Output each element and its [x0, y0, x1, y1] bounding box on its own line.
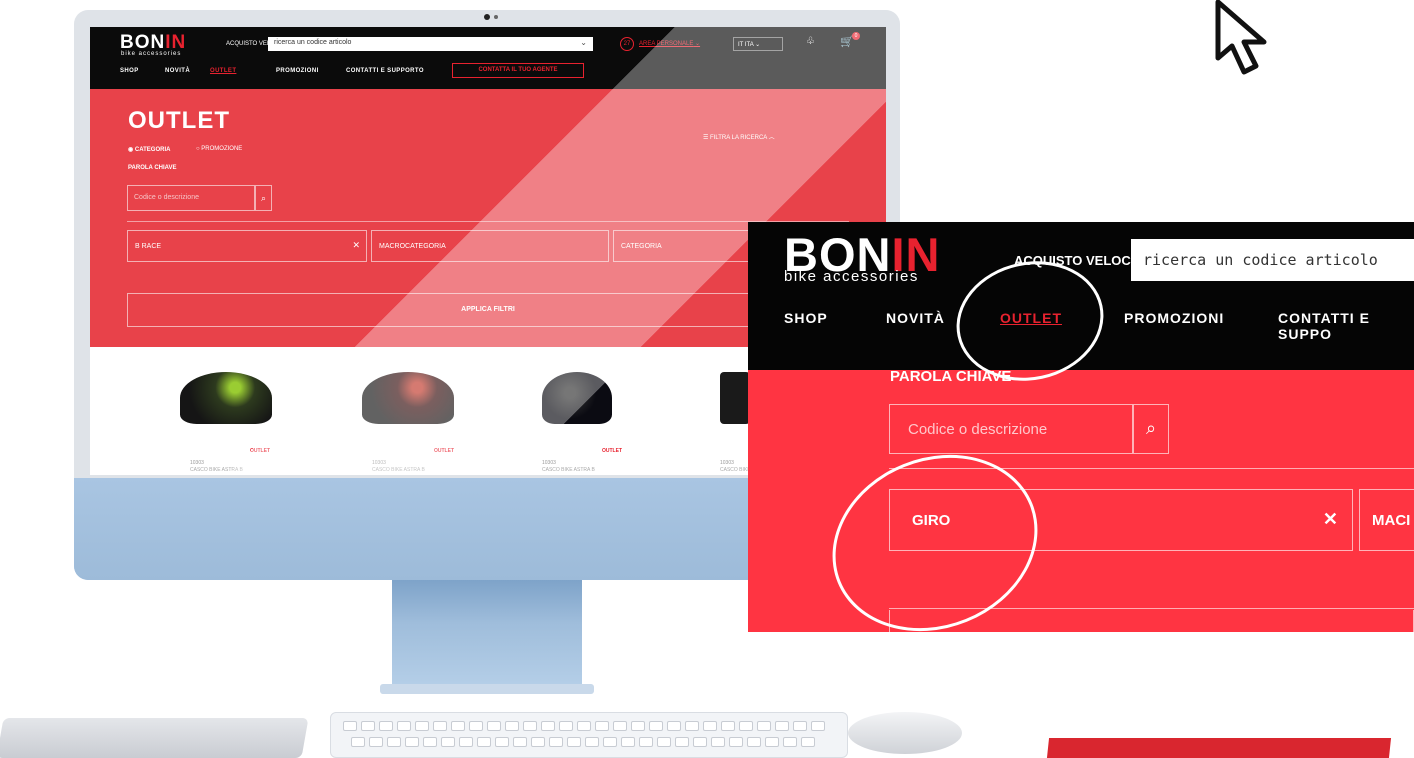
product-sku: 10303 — [542, 460, 556, 466]
quick-buy-search-input[interactable]: ricerca un codice articolo — [1131, 239, 1414, 281]
nav-outlet[interactable]: OUTLET — [210, 68, 236, 74]
area-personale-link[interactable]: AREA PERSONALE ⌄ — [639, 40, 700, 47]
divider — [127, 221, 849, 222]
brand-logo-sub: bike accessories — [121, 51, 182, 57]
camera-sensor — [494, 15, 498, 19]
product-image[interactable] — [720, 372, 750, 424]
keyboard — [330, 712, 848, 758]
nav-novita[interactable]: NOVITÀ — [165, 68, 190, 74]
product-sku: 10303 — [720, 460, 734, 466]
cart-count-badge: 0 — [852, 32, 860, 40]
quick-buy-search-input[interactable]: ricerca un codice articolo ⌄ — [268, 37, 593, 51]
trackpad — [0, 718, 309, 758]
chevron-down-icon[interactable]: ⌄ — [580, 38, 587, 47]
imac-stand-foot — [380, 684, 594, 694]
contact-agent-button[interactable]: CONTATTA IL TUO AGENTE — [452, 63, 584, 78]
outlet-tag: OUTLET — [250, 448, 270, 454]
page-title: OUTLET — [128, 107, 230, 134]
macrocategory-select[interactable]: MACROCATEGORIA — [371, 230, 609, 262]
keyword-input[interactable]: Codice o descrizione — [127, 185, 255, 211]
chevron-down-icon: ⌄ — [755, 42, 761, 48]
imac-stand — [392, 580, 582, 688]
product-name: CASCO BIKE ASTRA B — [372, 467, 425, 473]
nav-shop[interactable]: SHOP — [120, 68, 139, 74]
search-icon[interactable]: ⌕ — [1133, 404, 1169, 454]
radio-categoria[interactable]: ◉ CATEGORIA — [128, 146, 170, 153]
brand-select[interactable]: B RACE ✕ — [127, 230, 367, 262]
keyword-label: PAROLA CHIAVE — [128, 165, 177, 171]
product-image[interactable] — [542, 372, 612, 424]
camera-icon — [484, 14, 490, 20]
outlet-tag: OUTLET — [602, 448, 622, 454]
product-name: CASCO BIKE ASTRA B — [542, 467, 595, 473]
nav-contatti[interactable]: CONTATTI E SUPPO — [1278, 310, 1414, 342]
product-image[interactable] — [180, 372, 272, 424]
product-name: CASCO BIKE ASTRA B — [190, 467, 243, 473]
product-sku: 10303 — [190, 460, 204, 466]
product-card[interactable]: OUTLET 10303 CASCO BIKE ASTRA B — [352, 372, 462, 473]
mouse-cursor-icon — [1215, 0, 1267, 75]
filter-toggle[interactable]: ☰ FILTRA LA RICERCA ︿ — [703, 132, 775, 141]
keyword-input[interactable]: Codice o descrizione — [889, 404, 1133, 454]
close-icon[interactable]: ✕ — [1323, 509, 1338, 530]
product-sku: 10303 — [372, 460, 386, 466]
outlet-tag: OUTLET — [434, 448, 454, 454]
apply-filters-button[interactable]: APPLICA FILTRI — [127, 293, 849, 327]
product-card[interactable]: OUTLET 10303 CASCO BIKE ASTRA B — [522, 372, 632, 473]
radio-promozione[interactable]: ○ PROMOZIONE — [196, 146, 242, 152]
nav-novita[interactable]: NOVITÀ — [886, 310, 945, 326]
highlight-circle-brand — [805, 424, 1065, 632]
area-badge[interactable]: 27 — [620, 37, 634, 51]
close-icon[interactable]: ✕ — [352, 240, 360, 251]
language-select[interactable]: IT ITA ⌄ — [733, 37, 783, 51]
nav-promozioni[interactable]: PROMOZIONI — [1124, 310, 1224, 326]
nav-shop[interactable]: SHOP — [784, 310, 828, 326]
product-image[interactable] — [362, 372, 454, 424]
mouse — [848, 712, 962, 754]
product-card[interactable]: OUTLET 10303 CASCO BIKE ASTRA B — [170, 372, 280, 473]
brand-logo-sub: bike accessories — [784, 268, 919, 285]
search-icon[interactable]: ⌕ — [255, 185, 272, 211]
macrocategory-select[interactable]: MACI — [1359, 489, 1414, 551]
bell-icon[interactable]: ♧ — [806, 36, 815, 47]
red-box — [1046, 738, 1392, 758]
nav-promozioni[interactable]: PROMOZIONI — [276, 68, 319, 74]
zoom-panel: BONIN bike accessories ACQUISTO VELOCE: … — [748, 222, 1414, 632]
nav-contatti[interactable]: CONTATTI E SUPPORTO — [346, 68, 424, 74]
